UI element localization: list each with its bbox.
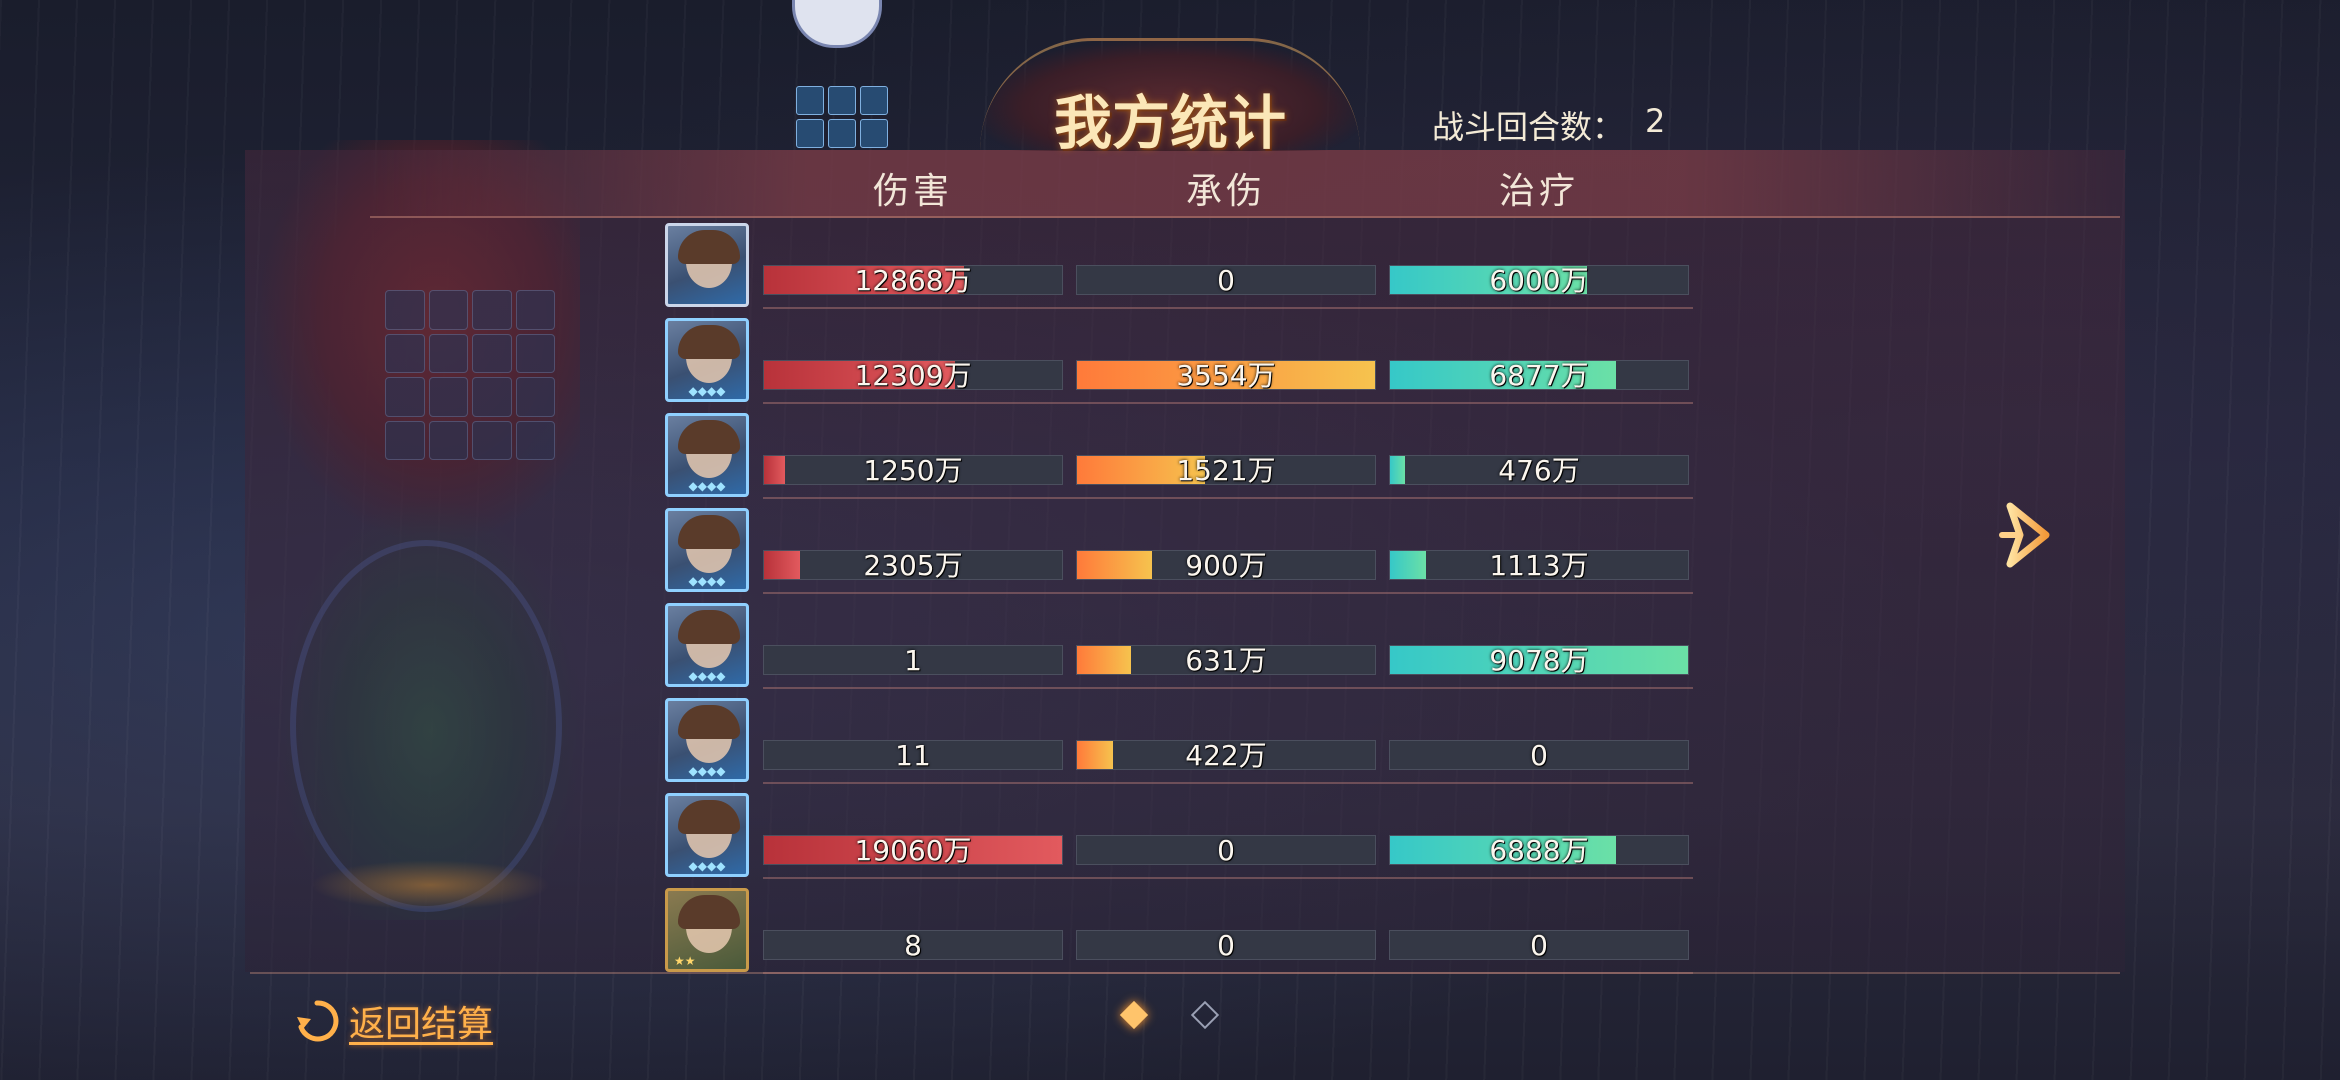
row-divider: [763, 877, 1693, 879]
star-rank: [668, 288, 746, 304]
damage-bar: 19060万: [763, 834, 1063, 867]
taken-bar: 422万: [1076, 739, 1376, 772]
taken-bar: 0: [1076, 929, 1376, 962]
row-divider: [763, 782, 1693, 784]
heal-bar: 6888万: [1389, 834, 1689, 867]
heal-value: 1113万: [1489, 549, 1589, 582]
page-indicator-1[interactable]: [1119, 1000, 1149, 1030]
hero-avatar[interactable]: [665, 223, 749, 307]
taken-value: 0: [1217, 834, 1235, 867]
heal-value: 0: [1530, 929, 1548, 962]
back-to-results-label: 返回结算: [349, 1004, 494, 1045]
return-icon: [297, 1000, 339, 1042]
taken-bar: 1521万: [1076, 454, 1376, 487]
damage-value: 8: [904, 929, 922, 962]
row-divider: [763, 497, 1693, 499]
heal-value: 476万: [1498, 454, 1580, 487]
taken-bar: 631万: [1076, 644, 1376, 677]
row-divider: [763, 307, 1693, 309]
heal-value: 6877万: [1489, 359, 1589, 392]
heal-bar: 0: [1389, 739, 1689, 772]
heal-value: 9078万: [1489, 644, 1589, 677]
damage-value: 19060万: [854, 834, 972, 867]
damage-value: 1: [904, 644, 922, 677]
hero-avatar[interactable]: ◆◆◆◆: [665, 318, 749, 402]
taken-value: 3554万: [1176, 359, 1276, 392]
taken-value: 0: [1217, 264, 1235, 297]
star-rank: ◆◆◆◆: [688, 574, 726, 588]
taken-value: 631万: [1185, 644, 1267, 677]
heal-value: 0: [1530, 739, 1548, 772]
damage-value: 2305万: [863, 549, 963, 582]
star-rank: ◆◆◆◆: [688, 384, 726, 398]
star-rank: ◆◆◆◆: [688, 479, 726, 493]
top-portrait: [792, 0, 882, 48]
hero-avatar[interactable]: ◆◆◆◆: [665, 698, 749, 782]
damage-bar: 12868万: [763, 264, 1063, 297]
star-rank: ◆◆◆◆: [688, 764, 726, 778]
heal-value: 6000万: [1489, 264, 1589, 297]
damage-bar: 12309万: [763, 359, 1063, 392]
heal-bar: 6877万: [1389, 359, 1689, 392]
heal-bar: 9078万: [1389, 644, 1689, 677]
damage-value: 12868万: [854, 264, 972, 297]
row-divider: [763, 687, 1693, 689]
hero-avatar[interactable]: ◆◆◆◆: [665, 508, 749, 592]
damage-bar: 11: [763, 739, 1063, 772]
star-rank: ◆◆◆◆: [688, 859, 726, 873]
next-page-arrow-icon[interactable]: [1996, 500, 2060, 570]
page-title: 我方统计: [1053, 89, 1286, 157]
heal-bar: 476万: [1389, 454, 1689, 487]
hero-avatar[interactable]: ◆◆◆◆: [665, 413, 749, 497]
top-skill-icons: [796, 86, 888, 148]
row-divider: [763, 402, 1693, 404]
taken-bar: 900万: [1076, 549, 1376, 582]
taken-bar: 0: [1076, 834, 1376, 867]
column-header-damage: 伤害: [872, 171, 953, 212]
damage-value: 11: [895, 739, 931, 772]
column-header-taken: 承伤: [1185, 171, 1266, 212]
damage-bar: 8: [763, 929, 1063, 962]
taken-value: 900万: [1185, 549, 1267, 582]
hero-avatar[interactable]: ◆◆◆◆: [665, 603, 749, 687]
damage-bar: 2305万: [763, 549, 1063, 582]
round-count-label: 战斗回合数：: [1432, 108, 1625, 146]
taken-value: 0: [1217, 929, 1235, 962]
heal-bar: 0: [1389, 929, 1689, 962]
hero-avatar[interactable]: ◆◆◆◆: [665, 793, 749, 877]
damage-value: 1250万: [863, 454, 963, 487]
star-rank: ★★: [674, 954, 696, 968]
column-header-heal: 治疗: [1498, 171, 1579, 212]
taken-bar: 3554万: [1076, 359, 1376, 392]
round-count-value: 2: [1645, 102, 1666, 140]
back-to-results-button[interactable]: 返回结算: [293, 994, 493, 1048]
hero-avatar[interactable]: ★★: [665, 888, 749, 972]
taken-bar: 0: [1076, 264, 1376, 297]
damage-bar: 1250万: [763, 454, 1063, 487]
taken-value: 422万: [1185, 739, 1267, 772]
row-divider: [763, 592, 1693, 594]
heal-bar: 1113万: [1389, 549, 1689, 582]
damage-bar: 1: [763, 644, 1063, 677]
heal-value: 6888万: [1489, 834, 1589, 867]
damage-value: 12309万: [854, 359, 972, 392]
page-indicator-2[interactable]: [1190, 1000, 1220, 1030]
heal-bar: 6000万: [1389, 264, 1689, 297]
taken-value: 1521万: [1176, 454, 1276, 487]
panel-bottom-divider: [250, 972, 2120, 974]
star-rank: ◆◆◆◆: [688, 669, 726, 683]
